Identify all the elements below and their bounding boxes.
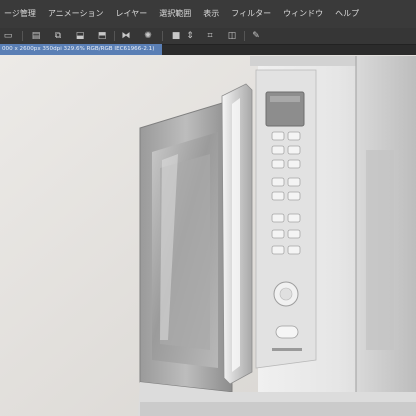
control-button[interactable] [287,191,301,201]
dial-inner [279,287,293,301]
toolbar-separator [114,31,115,41]
menu-bar: ージ管理 アニメーション レイヤー 選択範囲 表示 フィルター ウィンドウ ヘル… [0,0,416,29]
control-button[interactable] [271,229,285,239]
color-icon[interactable]: ■ [170,30,182,42]
control-button[interactable] [271,131,285,141]
brand-label [272,348,302,351]
control-button[interactable] [271,145,285,155]
control-button[interactable] [271,177,285,187]
base-shadow [140,402,416,416]
toolbar-separator [162,31,163,41]
control-button[interactable] [271,213,285,223]
control-button[interactable] [287,131,301,141]
canvas[interactable] [0,55,416,416]
start-button[interactable] [275,325,299,339]
toolbar: ▭ ▤ ⧉ ⬓ ⬒ ⧓ ✺ ■ ⇕ ⌗ ◫ ✎ [0,28,416,45]
spinner-icon[interactable]: ⇕ [184,30,196,42]
control-button[interactable] [287,245,301,255]
menu-help[interactable]: ヘルプ [329,0,365,28]
control-button[interactable] [271,159,285,169]
flip-icon[interactable]: ⧓ [120,30,132,42]
control-button[interactable] [271,245,285,255]
menu-layer[interactable]: レイヤー [110,0,154,28]
settings-icon[interactable]: ✺ [142,30,154,42]
control-button[interactable] [287,229,301,239]
toolbar-separator [244,31,245,41]
image-icon[interactable]: ▤ [30,30,42,42]
door-handle-highlight [232,98,240,372]
menu-view[interactable]: 表示 [197,0,225,28]
export-icon[interactable]: ⬒ [96,30,108,42]
side-panel-vent [366,150,394,350]
layer-icon[interactable]: ⧉ [52,30,64,42]
menu-selection[interactable]: 選択範囲 [153,0,197,28]
pen-icon[interactable]: ✎ [250,30,262,42]
control-button[interactable] [287,145,301,155]
control-button[interactable] [287,177,301,187]
save-icon[interactable]: ⬓ [74,30,86,42]
page-icon[interactable]: ▭ [2,30,14,42]
control-button[interactable] [287,213,301,223]
crop-icon[interactable]: ◫ [226,30,238,42]
menu-animation[interactable]: アニメーション [42,0,110,28]
menu-page-management[interactable]: ージ管理 [0,0,42,28]
control-button[interactable] [287,159,301,169]
menu-window[interactable]: ウィンドウ [277,0,329,28]
display-glare [270,96,300,102]
transform-icon[interactable]: ⌗ [204,30,216,42]
document-info-tab[interactable]: 000 x 2600px 350dpi 329.6% RGB/RGB IEC61… [0,44,162,55]
menu-filter[interactable]: フィルター [225,0,277,28]
toolbar-separator [22,31,23,41]
control-button[interactable] [271,191,285,201]
